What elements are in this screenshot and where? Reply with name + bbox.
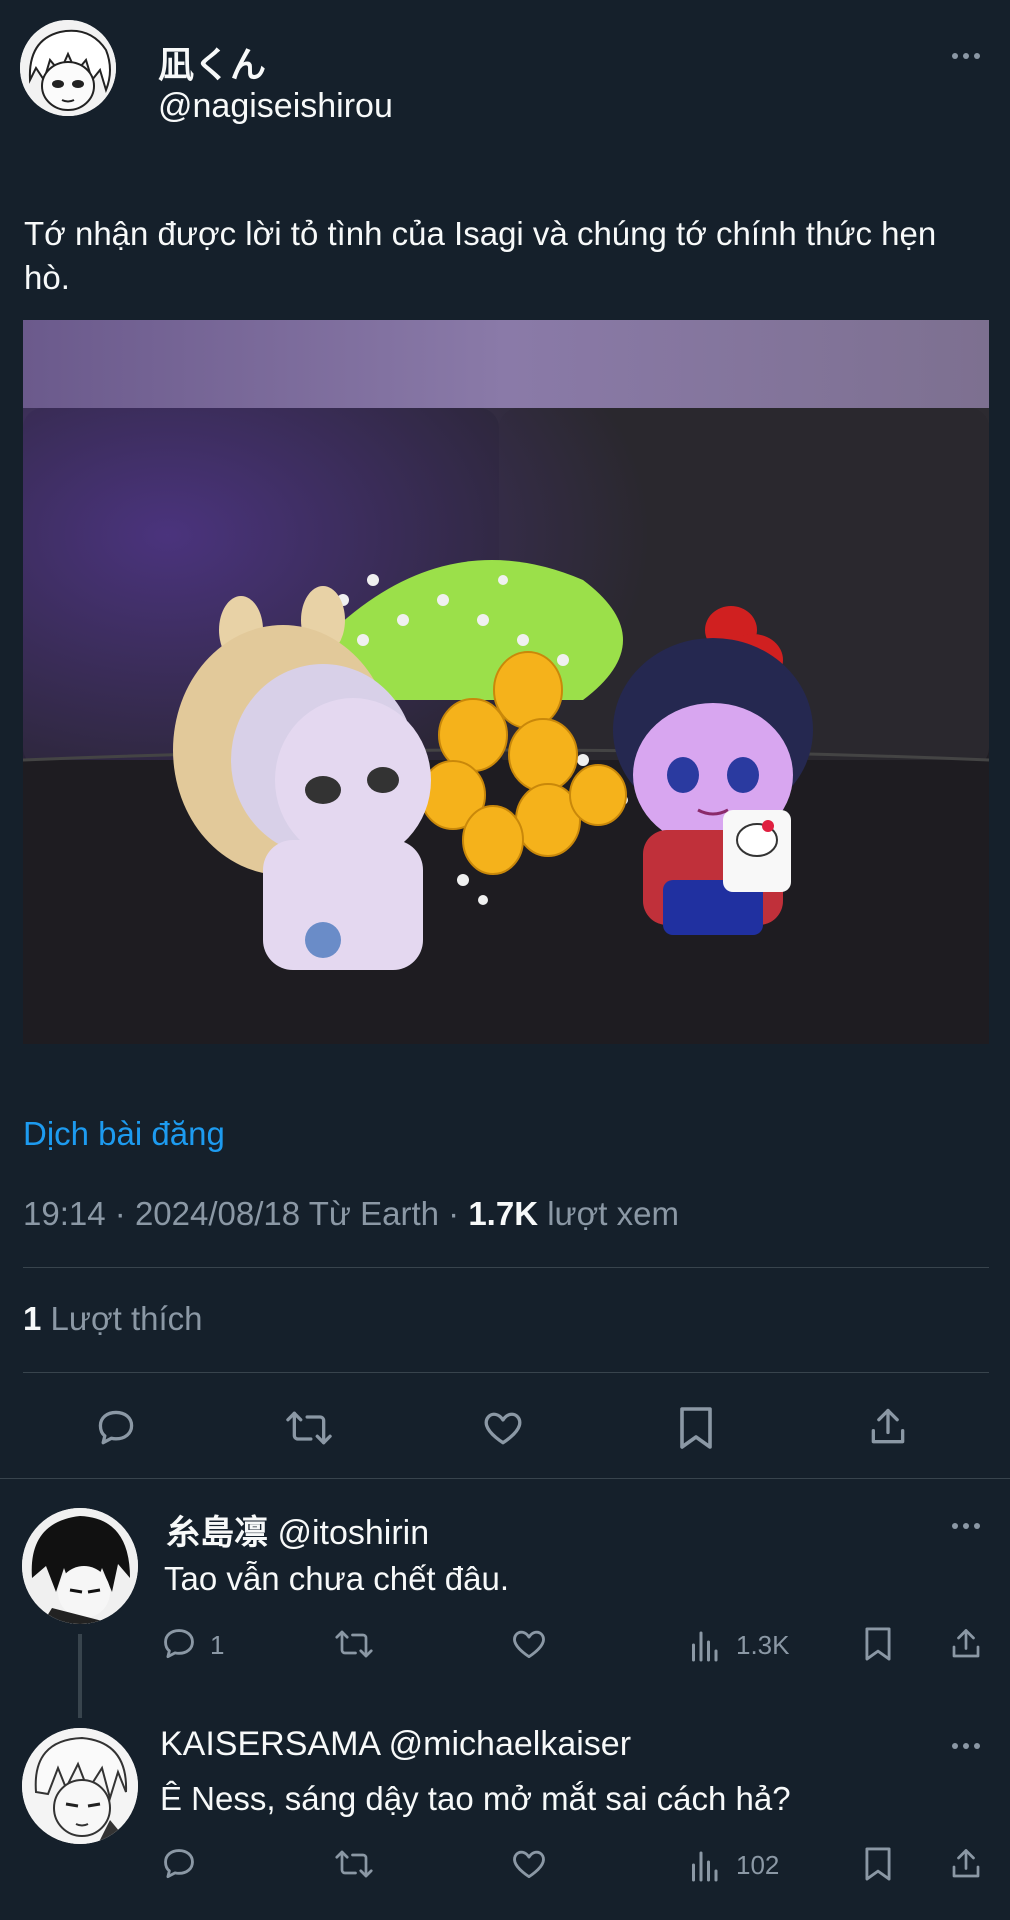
more-options-icon[interactable] [952, 53, 980, 59]
like-icon[interactable] [480, 1406, 526, 1450]
share-icon[interactable] [948, 1845, 984, 1883]
bookmark-icon[interactable] [676, 1404, 716, 1452]
views-label: lượt xem [547, 1195, 679, 1232]
post-text: Tớ nhận được lời tỏ tình của Isagi và ch… [24, 215, 937, 296]
reply-display-name[interactable]: KAISERSAMA [160, 1725, 379, 1763]
share-icon[interactable] [866, 1404, 910, 1450]
more-options-icon[interactable] [952, 1523, 980, 1529]
translate-post-link[interactable]: Dịch bài đăng [23, 1115, 225, 1153]
post-photo[interactable] [23, 320, 989, 1044]
repost-icon[interactable] [283, 1406, 335, 1450]
reply-display-name[interactable]: 糸島凛 [166, 1514, 268, 1552]
post-time[interactable]: 19:14 [23, 1195, 106, 1232]
reply-handle[interactable]: @michaelkaiser [389, 1725, 631, 1763]
post-meta-line: 19:14 · 2024/08/18 Từ Earth · 1.7K lượt … [23, 1195, 679, 1232]
reply-icon[interactable] [94, 1406, 138, 1450]
likes-label: Lượt thích [50, 1300, 203, 1337]
views-icon[interactable] [688, 1627, 720, 1663]
reply-handle[interactable]: @itoshirin [277, 1514, 429, 1552]
reply-author[interactable]: KAISERSAMA @michaelkaiser [160, 1725, 631, 1764]
post-location: Từ Earth [308, 1195, 439, 1232]
author-display-name[interactable]: 凪くん [158, 36, 266, 88]
reply-author[interactable]: 糸島凛 @itoshirin [166, 1505, 429, 1554]
repost-icon[interactable] [333, 1625, 375, 1663]
bookmark-icon[interactable] [862, 1845, 894, 1883]
views-icon[interactable] [688, 1847, 720, 1883]
like-icon[interactable] [509, 1625, 549, 1663]
views-count: 1.7K [468, 1195, 539, 1232]
reply-avatar[interactable] [22, 1508, 138, 1624]
divider [23, 1267, 989, 1268]
reply-avatar[interactable] [22, 1728, 138, 1844]
views-count: 1.3K [736, 1630, 790, 1660]
thread-line [78, 1634, 82, 1718]
reply-count: 1 [210, 1630, 225, 1660]
likes-line[interactable]: 1 Lượt thích [23, 1300, 203, 1338]
author-avatar[interactable] [20, 20, 116, 116]
views-count: 102 [736, 1850, 780, 1880]
author-handle[interactable]: @nagiseishirou [158, 87, 393, 126]
more-options-icon[interactable] [952, 1743, 980, 1749]
reply-text: Tao vẫn chưa chết đâu. [164, 1560, 509, 1597]
like-icon[interactable] [509, 1845, 549, 1883]
reply-icon[interactable] [160, 1625, 198, 1663]
reply-text: Ê Ness, sáng dậy tao mở mắt sai cách hả? [160, 1780, 791, 1817]
divider [0, 1478, 1010, 1479]
divider [23, 1372, 989, 1373]
share-icon[interactable] [948, 1625, 984, 1663]
likes-count: 1 [23, 1300, 42, 1337]
reply-icon[interactable] [160, 1845, 198, 1883]
post-date[interactable]: 2024/08/18 [135, 1195, 300, 1232]
repost-icon[interactable] [333, 1845, 375, 1883]
bookmark-icon[interactable] [862, 1625, 894, 1663]
